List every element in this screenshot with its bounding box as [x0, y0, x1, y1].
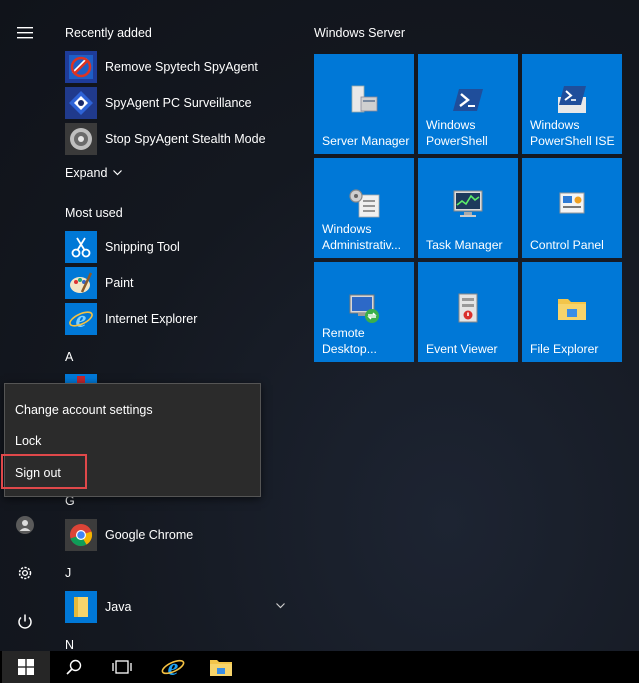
spyagent-remove-icon: [65, 51, 97, 83]
control-panel-icon: [554, 186, 590, 222]
internet-explorer-icon: e: [161, 655, 185, 679]
tile-event-viewer[interactable]: Event Viewer: [418, 262, 518, 362]
user-account-button[interactable]: [0, 503, 50, 547]
chevron-down-icon: [113, 170, 123, 176]
letter-header-j[interactable]: J: [65, 566, 71, 580]
app-label: Stop SpyAgent Stealth Mode: [105, 132, 266, 146]
task-view-icon: [112, 660, 132, 674]
power-button[interactable]: [0, 600, 50, 644]
start-menu: Recently added Remove Spytech SpyAgent S…: [0, 0, 639, 651]
internet-explorer-icon: e: [65, 303, 97, 335]
taskbar: e: [0, 651, 639, 683]
hamburger-icon: [17, 27, 33, 39]
change-account-settings-item[interactable]: Change account settings: [15, 403, 153, 417]
paint-icon: [65, 267, 97, 299]
app-label: Java: [105, 600, 132, 614]
tile-label: Control Panel: [530, 237, 604, 252]
sign-out-highlight: [1, 454, 87, 489]
taskbar-file-explorer[interactable]: [197, 651, 245, 683]
powershell-icon: [450, 82, 486, 118]
tile-server-manager[interactable]: Server Manager: [314, 54, 414, 154]
app-google-chrome[interactable]: Google Chrome: [65, 518, 295, 552]
snipping-tool-icon: [65, 231, 97, 263]
app-label: Remove Spytech SpyAgent: [105, 60, 258, 74]
start-button[interactable]: [2, 651, 50, 683]
recently-added-header: Recently added: [65, 26, 152, 40]
event-viewer-icon: [450, 290, 486, 326]
powershell-ise-icon: [554, 82, 590, 118]
folder-icon: [65, 591, 97, 623]
app-stop-spyagent[interactable]: Stop SpyAgent Stealth Mode: [65, 122, 295, 156]
app-label: Paint: [105, 276, 134, 290]
app-snipping-tool[interactable]: Snipping Tool: [65, 230, 295, 264]
tile-label: Task Manager: [426, 237, 503, 252]
file-explorer-icon: [210, 660, 232, 676]
search-icon: [66, 659, 82, 675]
spyagent-icon: [65, 87, 97, 119]
windows-start-icon: [18, 659, 34, 675]
svg-text:e: e: [76, 307, 87, 332]
app-internet-explorer[interactable]: e Internet Explorer: [65, 302, 295, 336]
chrome-icon: [65, 519, 97, 551]
app-list: Recently added Remove Spytech SpyAgent S…: [50, 0, 300, 651]
app-remove-spyagent[interactable]: Remove Spytech SpyAgent: [65, 50, 295, 84]
most-used-header: Most used: [65, 206, 123, 220]
tile-windows-powershell[interactable]: Windows PowerShell: [418, 54, 518, 154]
tile-windows-powershell-ise[interactable]: Windows PowerShell ISE: [522, 54, 622, 154]
search-button[interactable]: [50, 651, 98, 683]
gear-icon: [18, 566, 32, 580]
settings-button[interactable]: [0, 551, 50, 595]
tile-windows-administrative-tools[interactable]: Windows Administrativ...: [314, 158, 414, 258]
tile-label: File Explorer: [530, 341, 599, 356]
app-label: Snipping Tool: [105, 240, 180, 254]
tile-label: Windows PowerShell ISE: [530, 118, 615, 148]
tile-control-panel[interactable]: Control Panel: [522, 158, 622, 258]
app-paint[interactable]: Paint: [65, 266, 295, 300]
lock-item[interactable]: Lock: [15, 434, 41, 448]
start-rail: [0, 0, 50, 651]
tile-label: Remote Desktop...: [322, 326, 377, 356]
app-label: Google Chrome: [105, 528, 194, 542]
tile-label: Server Manager: [322, 133, 410, 148]
svg-text:e: e: [168, 655, 179, 679]
taskbar-internet-explorer[interactable]: e: [149, 651, 197, 683]
tile-file-explorer[interactable]: File Explorer: [522, 262, 622, 362]
task-manager-icon: [450, 186, 486, 222]
letter-header-n[interactable]: N: [65, 638, 74, 651]
tile-label: Windows Administrativ...: [322, 222, 402, 252]
hamburger-button[interactable]: [0, 11, 50, 55]
spyagent-stop-icon: [65, 123, 97, 155]
app-java-folder[interactable]: Java: [65, 590, 295, 624]
remote-desktop-icon: [346, 290, 382, 326]
letter-header-a[interactable]: A: [65, 350, 73, 364]
app-spyagent-surveillance[interactable]: SpyAgent PC Surveillance: [65, 86, 295, 120]
server-manager-icon: [346, 82, 382, 118]
expand-button[interactable]: Expand: [65, 166, 123, 180]
admin-tools-icon: [346, 186, 382, 222]
tile-label: Event Viewer: [426, 341, 498, 356]
power-icon: [18, 614, 32, 629]
tile-label: Windows PowerShell: [426, 118, 488, 148]
user-icon: [16, 516, 34, 534]
tile-task-manager[interactable]: Task Manager: [418, 158, 518, 258]
app-label: SpyAgent PC Surveillance: [105, 96, 252, 110]
chevron-down-icon[interactable]: [276, 603, 285, 609]
expand-label: Expand: [65, 166, 108, 180]
tile-remote-desktop[interactable]: Remote Desktop...: [314, 262, 414, 362]
file-explorer-icon: [554, 290, 590, 326]
tile-group-title: Windows Server: [314, 26, 405, 40]
task-view-button[interactable]: [98, 651, 146, 683]
app-label: Internet Explorer: [105, 312, 198, 326]
